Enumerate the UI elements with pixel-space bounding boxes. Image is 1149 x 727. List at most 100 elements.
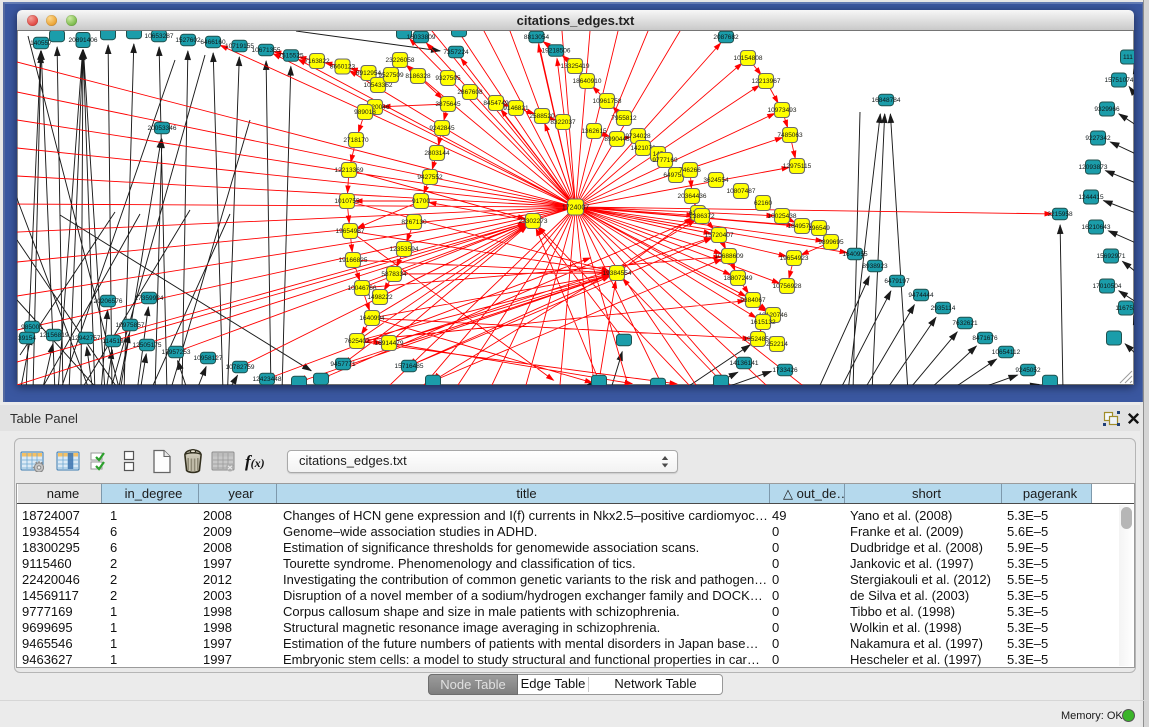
svg-text:23302273: 23302273 [519,218,548,225]
svg-text:15716485: 15716485 [395,363,424,370]
svg-text:9242845: 9242845 [429,125,455,132]
svg-text:2386372: 2386372 [689,213,715,220]
svg-text:17957253: 17957253 [162,349,191,356]
svg-text:8267130: 8267130 [401,219,427,226]
svg-text:13325419: 13325419 [561,63,590,70]
svg-text:18807249: 18807249 [724,275,753,282]
svg-text:6466160: 6466160 [200,39,226,46]
svg-text:9474444: 9474444 [908,292,934,299]
svg-text:19654923: 19654923 [780,255,809,262]
svg-text:17359924: 17359924 [135,295,164,302]
svg-text:18640910: 18640910 [573,78,602,85]
svg-text:10671355: 10671355 [252,47,281,54]
svg-text:6479197: 6479197 [884,278,910,285]
svg-text:9227342: 9227342 [1085,135,1111,142]
svg-text:9146821: 9146821 [503,105,529,112]
svg-text:10653287: 10653287 [145,33,174,40]
svg-text:14136141: 14136141 [730,360,759,367]
svg-text:7625402: 7625402 [344,338,370,345]
svg-text:1527602: 1527602 [175,37,201,44]
svg-text:2087682: 2087682 [713,34,739,41]
svg-text:3624554: 3624554 [703,177,729,184]
svg-text:9329966: 9329966 [1094,106,1120,113]
svg-text:20206576: 20206576 [94,298,123,305]
svg-text:5878334: 5878334 [381,271,407,278]
svg-text:15720407: 15720407 [705,232,734,239]
svg-text:9734028: 9734028 [625,133,651,140]
svg-text:9777169: 9777169 [652,157,678,164]
svg-text:2867608: 2867608 [457,89,483,96]
svg-text:1498222: 1498222 [367,294,393,301]
svg-text:19218506: 19218506 [542,48,571,55]
svg-text:10807487: 10807487 [727,188,756,195]
svg-text:62160: 62160 [754,200,772,207]
svg-text:8186328: 8186328 [405,73,431,80]
svg-text:7515525: 7515525 [278,53,304,60]
svg-text:20364436: 20364436 [678,193,707,200]
svg-text:19384554: 19384554 [603,270,632,277]
svg-text:7955812: 7955812 [611,115,637,122]
svg-text:746266: 746266 [679,167,701,174]
svg-text:9427552: 9427552 [417,174,443,181]
svg-text:1640994: 1640994 [359,315,385,322]
svg-text:12156819: 12156819 [40,332,69,339]
svg-text:7163822: 7163822 [304,58,330,65]
svg-text:111: 111 [1123,54,1133,61]
svg-text:10756928: 10756928 [773,283,802,290]
svg-text:20053346: 20053346 [148,125,177,132]
svg-text:91700: 91700 [412,198,430,205]
svg-text:1244415: 1244415 [1078,194,1104,201]
svg-text:12213967: 12213967 [752,78,781,85]
svg-text:7632621: 7632621 [952,320,978,327]
svg-text:1724007: 1724007 [562,205,589,212]
svg-text:10154808: 10154808 [734,55,763,62]
svg-text:2718170: 2718170 [343,137,369,144]
svg-text:2803144: 2803144 [424,150,450,157]
svg-text:9245052: 9245052 [1015,367,1041,374]
svg-text:8660123: 8660123 [330,64,356,71]
svg-text:10543362: 10543362 [364,82,393,89]
svg-text:10719155: 10719155 [225,43,254,50]
svg-text:3215958: 3215958 [1047,211,1073,218]
svg-text:8471676: 8471676 [972,335,998,342]
svg-text:10782759: 10782759 [226,364,255,371]
svg-text:12505175: 12505175 [133,342,162,349]
svg-text:10025438: 10025438 [768,213,797,220]
svg-text:12423448: 12423448 [253,376,282,383]
svg-text:116753: 116753 [1115,305,1134,312]
svg-text:114519: 114519 [102,338,124,345]
svg-text:1615132: 1615132 [750,319,776,326]
svg-text:9527509: 9527509 [378,72,404,79]
svg-text:989018: 989018 [354,109,376,116]
svg-text:12213369: 12213369 [335,167,364,174]
svg-text:20891406: 20891406 [69,37,98,44]
svg-text:9384067: 9384067 [740,297,766,304]
svg-text:16848784: 16848784 [872,97,901,104]
svg-text:196549: 196549 [808,225,830,232]
svg-text:985001: 985001 [21,324,43,331]
svg-text:1733426: 1733426 [772,367,798,374]
svg-text:12942757: 12942757 [72,335,101,342]
svg-text:10688609: 10688609 [715,253,744,260]
svg-text:9899695: 9899695 [818,239,844,246]
svg-text:10961758: 10961758 [593,98,622,105]
svg-text:12353594: 12353594 [390,246,419,253]
svg-text:2935114: 2935114 [931,305,956,312]
svg-text:140557: 140557 [30,40,52,47]
svg-text:12093873: 12093873 [1079,164,1108,171]
svg-text:39154: 39154 [18,335,36,342]
svg-text:10654112: 10654112 [992,349,1021,356]
svg-text:9457771: 9457771 [330,361,356,368]
svg-text:1640955: 1640955 [842,251,868,258]
svg-text:10958127: 10958127 [194,355,223,362]
svg-text:17010504: 17010504 [1093,283,1122,290]
svg-text:15692971: 15692971 [1097,253,1126,260]
svg-text:15751074: 15751074 [1105,77,1134,84]
svg-text:12975115: 12975115 [783,163,812,170]
svg-text:19166825: 19166825 [339,257,368,264]
svg-text:9327505: 9327505 [435,75,461,82]
svg-text:1010755: 1010755 [334,198,360,205]
svg-text:16210643: 16210643 [1082,224,1111,231]
svg-text:19654987: 19654987 [336,228,365,235]
svg-text:8322037: 8322037 [550,119,576,126]
